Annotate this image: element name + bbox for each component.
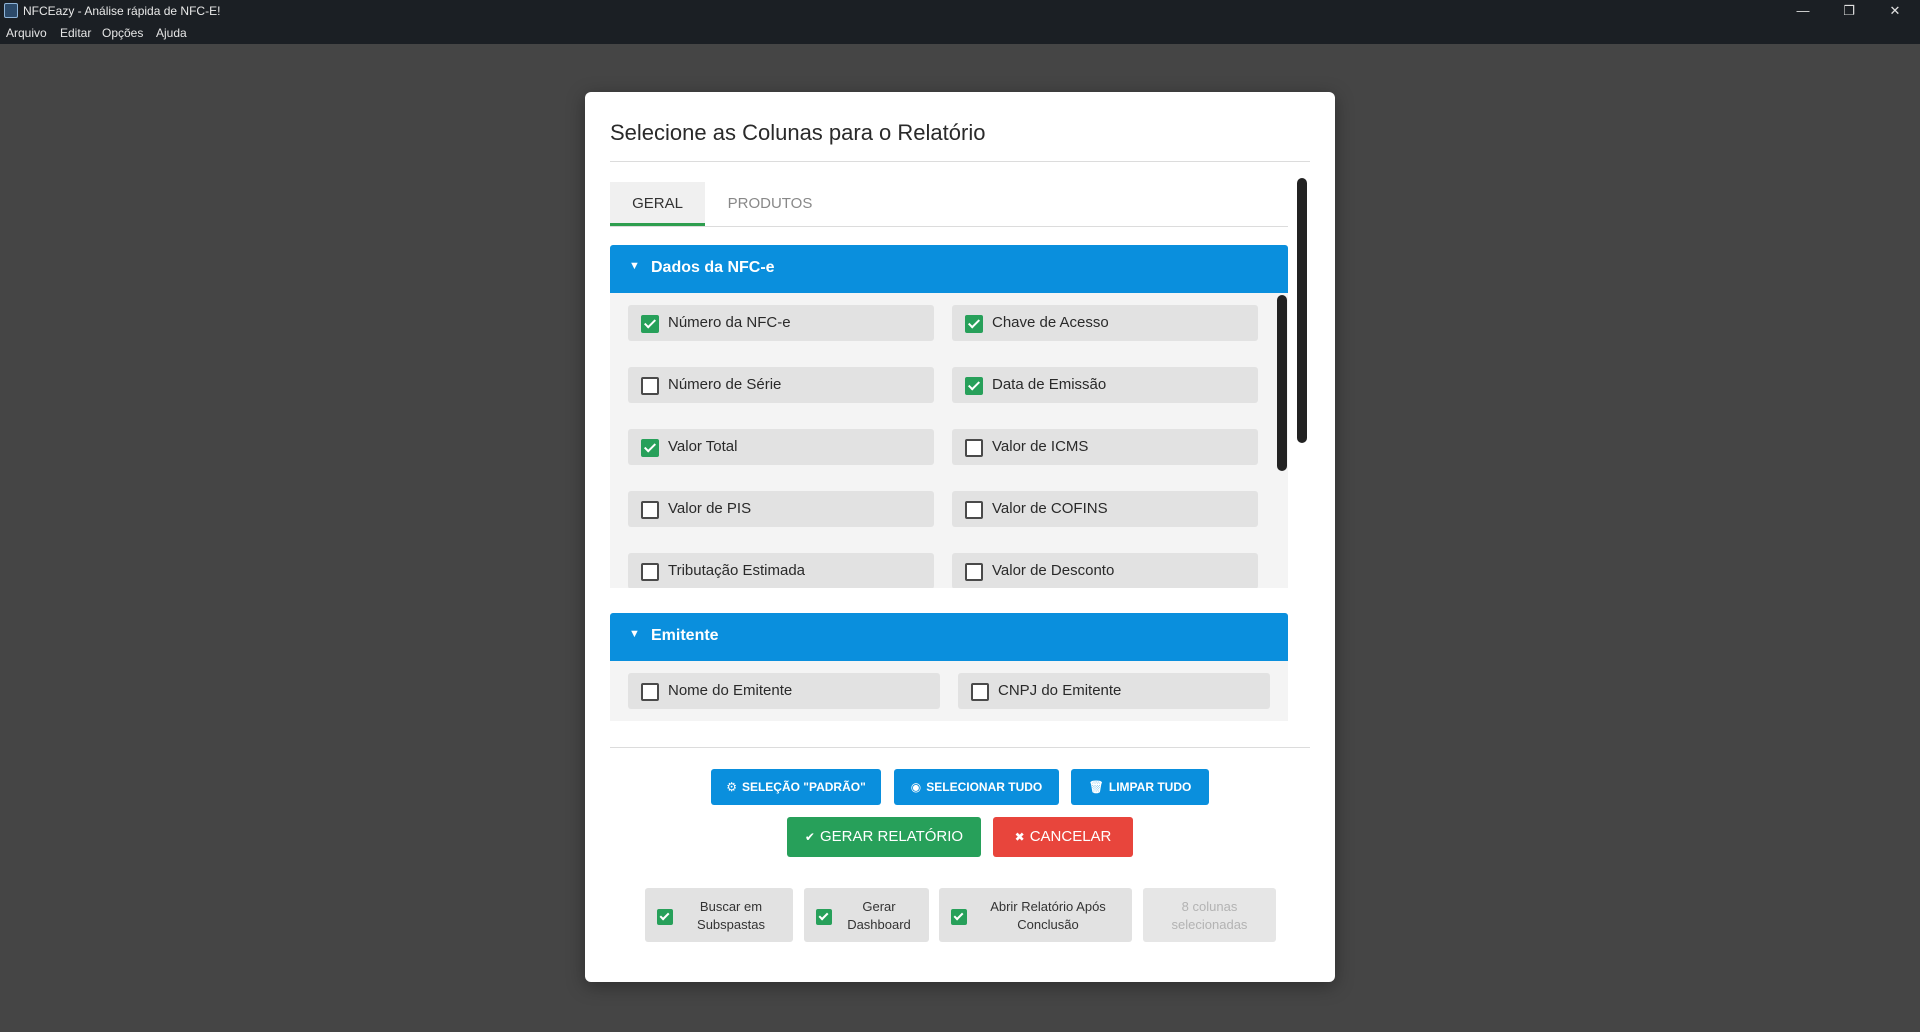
option-valor-icms[interactable]: Valor de ICMS [952,429,1258,465]
option-label: Valor Total [668,438,738,455]
title-bar: NFCEazy - Análise rápida de NFC-E! — ❐ ✕ [0,0,1920,22]
caret-down-icon: ▼ [629,260,640,272]
option-label: Chave de Acesso [992,314,1109,331]
option-label: Número da NFC-e [668,314,791,331]
column-selection-dialog: Selecione as Colunas para o Relatório GE… [585,92,1335,982]
checkbox[interactable] [641,439,659,457]
checkbox[interactable] [641,683,659,701]
option-valor-cofins[interactable]: Valor de COFINS [952,491,1258,527]
checkbox[interactable] [641,377,659,395]
option-label: CNPJ do Emitente [998,682,1122,699]
dialog-title: Selecione as Colunas para o Relatório [610,120,986,145]
minimize-button[interactable]: — [1780,0,1826,22]
option-tributacao-estimada[interactable]: Tributação Estimada [628,553,934,588]
actions-divider [610,747,1310,748]
cancel-button[interactable]: ✖ CANCELAR [993,817,1133,857]
generate-report-button[interactable]: ✔ GERAR RELATÓRIO [787,817,981,857]
menu-editar[interactable]: Editar [60,26,91,40]
select-all-button[interactable]: ◉ SELECIONAR TUDO [894,769,1059,805]
checkbox[interactable] [641,315,659,333]
section-title: Emitente [651,627,719,644]
button-label: LIMPAR TUDO [1108,780,1192,794]
option-label: Valor de COFINS [992,500,1108,517]
check-icon: ✔ [804,830,815,844]
section-body-dados-nfce: Número da NFC-e Chave de Acesso Número d… [610,293,1288,588]
section-title: Dados da NFC-e [651,259,775,276]
option-data-emissao[interactable]: Data de Emissão [952,367,1258,403]
x-icon: ✖ [1014,830,1025,844]
tab-bar: GERAL PRODUTOS [610,182,1288,227]
option-label: Valor de Desconto [992,562,1115,579]
menu-arquivo[interactable]: Arquivo [6,26,47,40]
toggle-generate-dashboard[interactable]: Gerar Dashboard [804,888,929,942]
option-chave-acesso[interactable]: Chave de Acesso [952,305,1258,341]
checkbox[interactable] [965,563,983,581]
option-label: Tributação Estimada [668,562,806,579]
option-valor-total[interactable]: Valor Total [628,429,934,465]
option-numero-serie[interactable]: Número de Série [628,367,934,403]
tab-produtos[interactable]: PRODUTOS [705,182,835,225]
option-valor-desconto[interactable]: Valor de Desconto [952,553,1258,588]
window-title: NFCEazy - Análise rápida de NFC-E! [23,4,221,18]
section-scrollbar[interactable] [1277,295,1287,471]
menu-opcoes[interactable]: Opções [102,26,143,40]
section-header-emitente[interactable]: ▼ Emitente [610,613,1288,661]
radio-icon: ◉ [910,780,922,794]
menu-bar: Arquivo Editar Opções Ajuda [0,22,1920,44]
checkbox[interactable] [965,439,983,457]
option-label: Nome do Emitente [668,682,793,699]
trash-icon: 🗑 [1088,780,1104,794]
clear-all-button[interactable]: 🗑 LIMPAR TUDO [1071,769,1209,805]
button-label: SELEÇÃO "PADRÃO" [741,780,866,794]
dialog-scrollbar[interactable] [1297,178,1307,443]
option-valor-pis[interactable]: Valor de PIS [628,491,934,527]
option-label: Valor de ICMS [992,438,1089,455]
caret-down-icon: ▼ [629,628,640,640]
section-body-emitente: Nome do Emitente CNPJ do Emitente [610,661,1288,721]
checkbox[interactable] [951,909,967,925]
toggle-search-subfolders[interactable]: Buscar em Subspastas [645,888,793,942]
app-icon [4,3,18,18]
option-label: Data de Emissão [992,376,1107,393]
gear-icon: ⚙ [726,780,737,794]
selected-columns-status: 8 colunas selecionadas [1143,888,1276,942]
close-window-button[interactable]: ✕ [1872,0,1918,22]
toggle-open-report[interactable]: Abrir Relatório Após Conclusão [939,888,1132,942]
option-label: Número de Série [668,376,782,393]
toggle-label: Buscar em Subspastas [697,899,765,932]
tab-geral[interactable]: GERAL [610,182,705,226]
section-header-dados-nfce[interactable]: ▼ Dados da NFC-e [610,245,1288,293]
option-nome-emitente[interactable]: Nome do Emitente [628,673,940,709]
default-selection-button[interactable]: ⚙ SELEÇÃO "PADRÃO" [711,769,881,805]
checkbox[interactable] [816,909,832,925]
checkbox[interactable] [971,683,989,701]
checkbox[interactable] [641,501,659,519]
menu-ajuda[interactable]: Ajuda [156,26,187,40]
toggle-label: Abrir Relatório Após Conclusão [990,899,1106,932]
option-label: Valor de PIS [668,500,752,517]
checkbox[interactable] [641,563,659,581]
checkbox[interactable] [965,377,983,395]
status-text: 8 colunas selecionadas [1171,899,1248,932]
button-label: GERAR RELATÓRIO [819,828,964,845]
checkbox[interactable] [965,501,983,519]
button-label: CANCELAR [1029,828,1112,845]
restore-button[interactable]: ❐ [1826,0,1872,22]
title-divider [610,161,1310,162]
toggle-label: Gerar Dashboard [847,899,911,932]
button-label: SELECIONAR TUDO [926,780,1043,794]
checkbox[interactable] [657,909,673,925]
option-cnpj-emitente[interactable]: CNPJ do Emitente [958,673,1270,709]
checkbox[interactable] [965,315,983,333]
option-numero-nfce[interactable]: Número da NFC-e [628,305,934,341]
